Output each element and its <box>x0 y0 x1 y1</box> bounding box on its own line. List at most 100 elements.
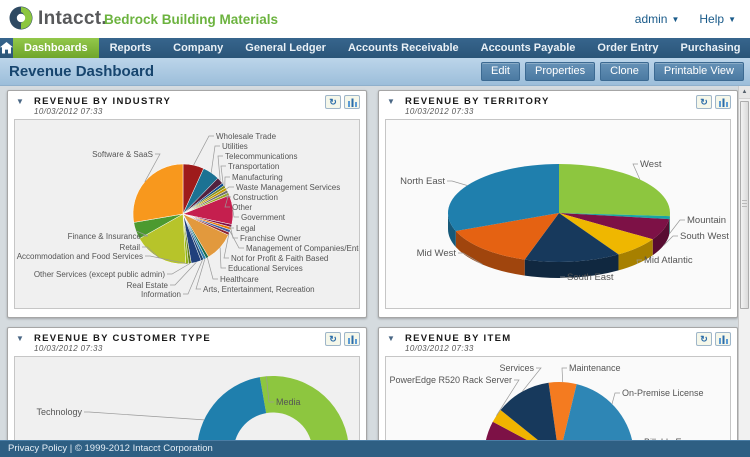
svg-text:Software & SaaS: Software & SaaS <box>92 150 153 159</box>
svg-text:North East: North East <box>400 176 445 187</box>
svg-text:Maintenance: Maintenance <box>569 363 621 373</box>
nav-tab-order-entry[interactable]: Order Entry <box>586 38 669 58</box>
logo-wordmark: Intacct. <box>38 8 107 29</box>
chart-revenue-by-industry[interactable]: Wholesale Trade Utilities Telecommunicatio… <box>14 119 360 309</box>
svg-text:Other Services (except public: Other Services (except public admin) <box>34 270 166 279</box>
refresh-icon[interactable]: ↻ <box>696 332 712 346</box>
help-menu-label: Help <box>699 12 725 26</box>
svg-text:Educational Services: Educational Services <box>228 264 303 273</box>
dashboard-title-bar: Revenue Dashboard Edit Properties Clone Pri… <box>0 58 750 86</box>
svg-text:Manufacturing: Manufacturing <box>232 173 283 182</box>
svg-text:PowerEdge R520 Rack Server: PowerEdge R520 Rack Server <box>389 375 512 385</box>
svg-text:Healthcare: Healthcare <box>220 275 259 284</box>
refresh-icon[interactable]: ↻ <box>696 95 712 109</box>
svg-text:Utilities: Utilities <box>222 142 248 151</box>
panel-timestamp: 10/03/2012 07:33 <box>405 344 474 353</box>
chart-type-icon[interactable] <box>715 332 731 346</box>
svg-text:Mid West: Mid West <box>417 248 457 259</box>
app-header: Intacct. Bedrock Building Materials admi… <box>0 0 750 38</box>
svg-text:Mountain: Mountain <box>687 215 726 226</box>
app-footer: Privacy Policy | © 1999-2012 Intacct Cor… <box>0 440 750 457</box>
nav-tab-accounts-payable[interactable]: Accounts Payable <box>470 38 587 58</box>
panel-title: REVENUE BY INDUSTRY <box>34 96 172 107</box>
panel-revenue-by-customer-type: ▼ REVENUE BY CUSTOMER TYPE 10/03/2012 07… <box>7 327 367 457</box>
panel-revenue-by-item: ▼ REVENUE BY ITEM 10/03/2012 07:33 ↻ Mai… <box>378 327 738 457</box>
chevron-down-icon: ▼ <box>728 14 736 24</box>
nav-tabs: Dashboards Reports Company General Ledger Ac… <box>13 38 750 58</box>
svg-text:Services: Services <box>499 363 534 373</box>
svg-text:Construction: Construction <box>233 193 278 202</box>
scrollbar-thumb[interactable] <box>740 101 749 309</box>
nav-tab-reports[interactable]: Reports <box>99 38 163 58</box>
panel-timestamp: 10/03/2012 07:33 <box>405 107 474 116</box>
properties-button[interactable]: Properties <box>524 62 596 81</box>
svg-text:West: West <box>640 159 662 170</box>
chart-revenue-by-customer-type[interactable]: Media Technology <box>14 356 360 446</box>
svg-text:Information: Information <box>141 290 181 299</box>
main-nav: Dashboards Reports Company General Ledger Ac… <box>0 38 750 58</box>
panel-revenue-by-territory: ▼ REVENUE BY TERRITORY 10/03/2012 07:33 … <box>378 90 738 318</box>
svg-text:Management of Companies/Enterp: Management of Companies/Enterpri <box>246 244 360 253</box>
svg-text:Not for Profit & Faith Based: Not for Profit & Faith Based <box>231 254 328 263</box>
svg-text:Transportation: Transportation <box>228 162 279 171</box>
clone-button[interactable]: Clone <box>600 62 649 81</box>
svg-text:Telecommunications: Telecommunications <box>225 152 297 161</box>
panel-title: REVENUE BY CUSTOMER TYPE <box>34 333 212 344</box>
home-icon <box>0 42 13 54</box>
panel-header: ▼ REVENUE BY TERRITORY 10/03/2012 07:33 … <box>379 91 737 119</box>
svg-text:Wholesale Trade: Wholesale Trade <box>216 132 277 141</box>
home-button[interactable] <box>0 38 13 58</box>
nav-tab-general-ledger[interactable]: General Ledger <box>234 38 337 58</box>
company-name: Bedrock Building Materials <box>104 12 279 27</box>
svg-text:Waste Management Services: Waste Management Services <box>236 183 340 192</box>
footer-text[interactable]: Privacy Policy | © 1999-2012 Intacct Cor… <box>8 443 213 454</box>
refresh-icon[interactable]: ↻ <box>325 332 341 346</box>
svg-text:Technology: Technology <box>36 407 82 417</box>
printable-view-button[interactable]: Printable View <box>653 62 744 81</box>
svg-text:Retail: Retail <box>120 243 141 252</box>
chart-type-icon[interactable] <box>344 332 360 346</box>
page-title: Revenue Dashboard <box>9 63 155 80</box>
panel-timestamp: 10/03/2012 07:33 <box>34 107 103 116</box>
svg-text:Legal: Legal <box>236 224 256 233</box>
svg-text:Franchise Owner: Franchise Owner <box>240 234 301 243</box>
panel-collapse-icon[interactable]: ▼ <box>16 334 24 343</box>
svg-text:Real Estate: Real Estate <box>127 281 169 290</box>
panel-revenue-by-industry: ▼ REVENUE BY INDUSTRY 10/03/2012 07:33 ↻… <box>7 90 367 318</box>
panel-collapse-icon[interactable]: ▼ <box>16 97 24 106</box>
scrollbar-up-arrow-icon[interactable]: ▲ <box>739 86 750 99</box>
panel-header: ▼ REVENUE BY CUSTOMER TYPE 10/03/2012 07… <box>8 328 366 356</box>
svg-text:South East: South East <box>567 272 614 283</box>
svg-text:Government: Government <box>241 213 286 222</box>
panel-timestamp: 10/03/2012 07:33 <box>34 344 103 353</box>
dashboard-content: ▼ REVENUE BY INDUSTRY 10/03/2012 07:33 ↻… <box>0 86 750 457</box>
nav-tab-purchasing[interactable]: Purchasing <box>670 38 750 58</box>
chart-type-icon[interactable] <box>344 95 360 109</box>
panel-collapse-icon[interactable]: ▼ <box>387 97 395 106</box>
svg-text:Media: Media <box>276 397 301 407</box>
refresh-icon[interactable]: ↻ <box>325 95 341 109</box>
user-menu[interactable]: admin ▼ <box>635 12 680 26</box>
svg-text:Mid Atlantic: Mid Atlantic <box>644 255 693 266</box>
panel-collapse-icon[interactable]: ▼ <box>387 334 395 343</box>
svg-text:Finance & Insurance: Finance & Insurance <box>68 232 142 241</box>
chevron-down-icon: ▼ <box>671 14 680 24</box>
nav-tab-company[interactable]: Company <box>162 38 234 58</box>
chart-type-icon[interactable] <box>715 95 731 109</box>
nav-tab-accounts-receivable[interactable]: Accounts Receivable <box>337 38 470 58</box>
intacct-logo-icon <box>9 6 33 30</box>
chart-revenue-by-territory[interactable]: West Mountain South West Mid Atlantic South … <box>385 119 731 309</box>
help-menu[interactable]: Help ▼ <box>699 12 736 26</box>
dashboard-actions: Edit Properties Clone Printable View <box>481 62 744 81</box>
svg-text:On-Premise License: On-Premise License <box>622 388 704 398</box>
edit-button[interactable]: Edit <box>481 62 520 81</box>
panel-header: ▼ REVENUE BY ITEM 10/03/2012 07:33 ↻ <box>379 328 737 356</box>
page-scrollbar[interactable]: ▲ <box>738 86 750 440</box>
svg-text:Arts, Entertainment, Recreatio: Arts, Entertainment, Recreation <box>203 285 315 294</box>
svg-text:Other: Other <box>232 203 252 212</box>
panel-header: ▼ REVENUE BY INDUSTRY 10/03/2012 07:33 ↻ <box>8 91 366 119</box>
user-menu-label: admin <box>634 12 668 26</box>
svg-text:Accommodation and Food Service: Accommodation and Food Services <box>17 252 143 261</box>
nav-tab-dashboards[interactable]: Dashboards <box>13 38 99 58</box>
chart-revenue-by-item[interactable]: MaintenanceOn-Premise LicenseBillable Ex… <box>385 356 731 446</box>
